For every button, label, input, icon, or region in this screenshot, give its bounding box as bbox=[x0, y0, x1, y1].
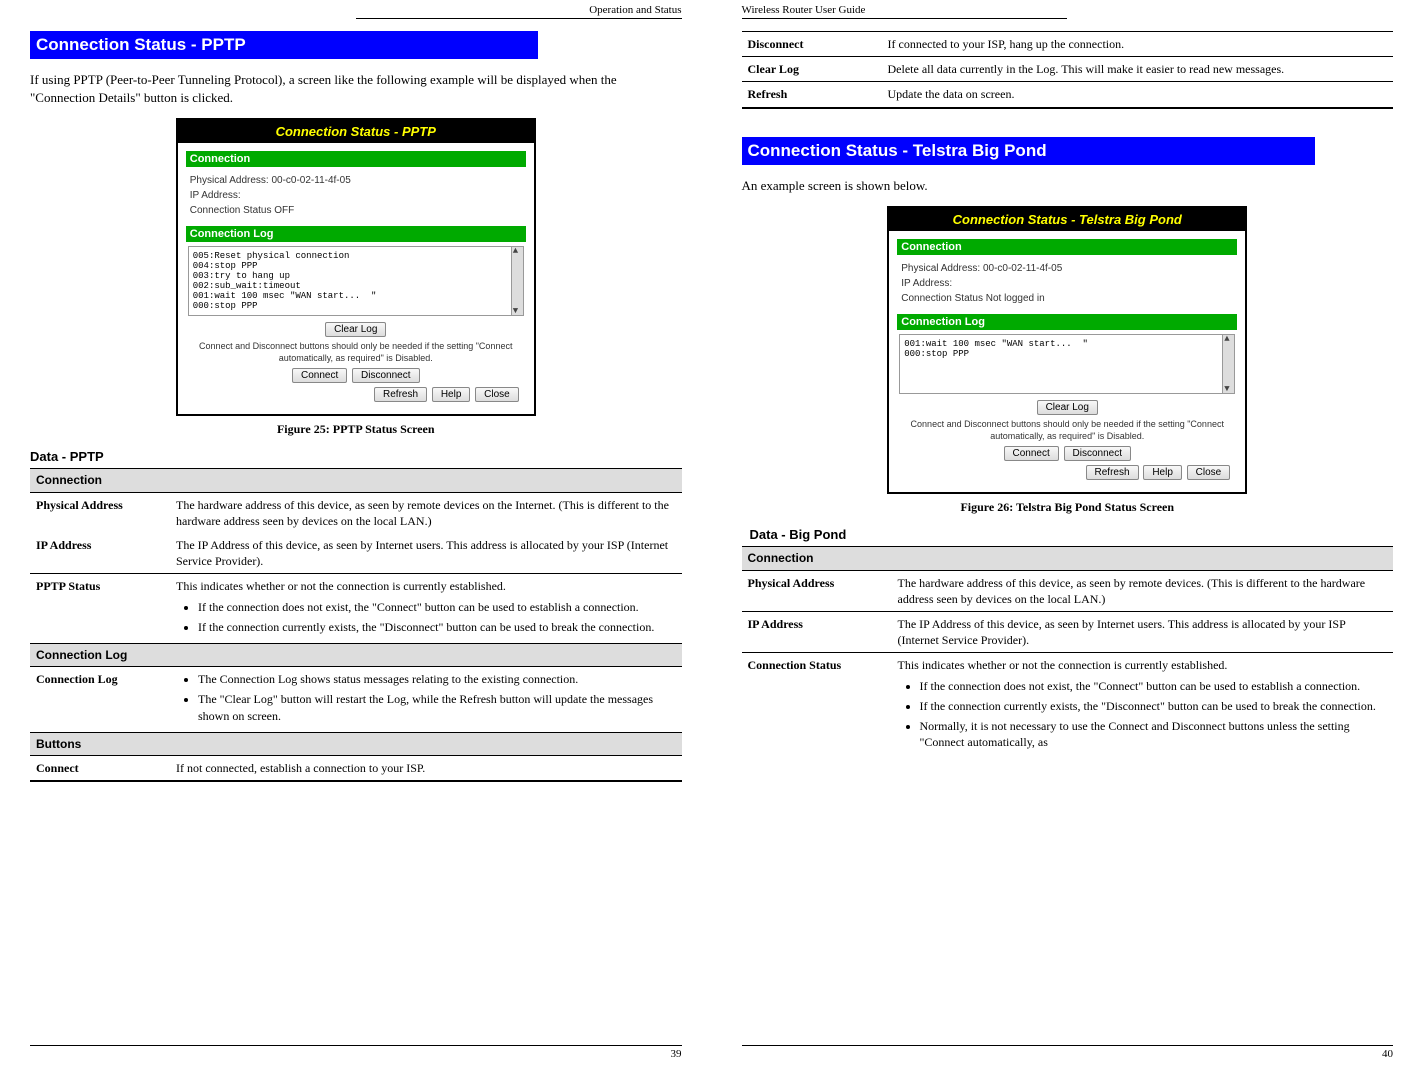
pptp-bullet-1: If the connection does not exist, the "C… bbox=[198, 599, 676, 615]
ss-ip-addr-bp: IP Address: bbox=[901, 276, 1233, 291]
page-header-left: Operation and Status bbox=[356, 4, 682, 19]
disconnect-button-bp[interactable]: Disconnect bbox=[1064, 446, 1131, 461]
pptp-status-intro: This indicates whether or not the connec… bbox=[176, 579, 506, 593]
row-connect-desc: If not connected, establish a connection… bbox=[170, 755, 682, 781]
ss-conn-status-bp: Connection Status Not logged in bbox=[901, 291, 1233, 306]
figure-26-caption: Figure 26: Telstra Big Pond Status Scree… bbox=[742, 500, 1394, 515]
disconnect-button[interactable]: Disconnect bbox=[352, 368, 419, 383]
conn-bullet-1-bp: If the connection does not exist, the "C… bbox=[920, 678, 1388, 694]
conn-bullet-2-bp: If the connection currently exists, the … bbox=[920, 698, 1388, 714]
intro-text-bigpond: An example screen is shown below. bbox=[742, 177, 1394, 195]
conn-log-bullet-2: The "Clear Log" button will restart the … bbox=[198, 691, 676, 723]
ss-log-text-bp: 001:wait 100 msec "WAN start... " 000:st… bbox=[904, 339, 1088, 359]
scrollbar-icon-bp[interactable] bbox=[1222, 335, 1234, 393]
ss-phys-addr: Physical Address: 00-c0-02-11-4f-05 bbox=[190, 173, 522, 188]
ss-note-bp: Connect and Disconnect buttons should on… bbox=[903, 419, 1231, 442]
section-connection-log: Connection Log bbox=[30, 643, 682, 666]
row-connect-label: Connect bbox=[30, 755, 170, 781]
ss-phys-addr-bp: Physical Address: 00-c0-02-11-4f-05 bbox=[901, 261, 1233, 276]
figure-26-wrap: Connection Status - Telstra Big Pond Con… bbox=[742, 206, 1394, 494]
row-ip-address-label: IP Address bbox=[30, 533, 170, 574]
scrollbar-icon[interactable] bbox=[511, 247, 523, 315]
help-button-bp[interactable]: Help bbox=[1143, 465, 1182, 480]
ss-ip-addr: IP Address: bbox=[190, 188, 522, 203]
page-39: Operation and Status Connection Status -… bbox=[0, 0, 712, 1070]
row-disconnect-label: Disconnect bbox=[742, 32, 882, 57]
ss-section-connection-bp: Connection bbox=[897, 239, 1237, 255]
conn-log-bullet-1: The Connection Log shows status messages… bbox=[198, 671, 676, 687]
row-physical-address-label: Physical Address bbox=[30, 492, 170, 533]
help-button[interactable]: Help bbox=[432, 387, 471, 402]
data-pptp-heading: Data - PPTP bbox=[30, 449, 682, 464]
row-refresh-label: Refresh bbox=[742, 82, 882, 108]
data-bigpond-heading: Data - Big Pond bbox=[750, 527, 1394, 542]
row-pptp-status-desc: This indicates whether or not the connec… bbox=[170, 574, 682, 644]
ss-conn-status: Connection Status OFF bbox=[190, 203, 522, 218]
conn-status-intro-bp: This indicates whether or not the connec… bbox=[898, 658, 1228, 672]
section-connection: Connection bbox=[30, 469, 682, 492]
screenshot-bigpond: Connection Status - Telstra Big Pond Con… bbox=[887, 206, 1247, 494]
page-40: Wireless Router User Guide Disconnect If… bbox=[712, 0, 1423, 1070]
screenshot-pptp: Connection Status - PPTP Connection Phys… bbox=[176, 118, 536, 416]
data-pptp-table: Connection Physical Address The hardware… bbox=[30, 468, 682, 782]
row-conn-log-label: Connection Log bbox=[30, 667, 170, 733]
page-header-right: Wireless Router User Guide bbox=[742, 4, 1068, 19]
page-number-39: 39 bbox=[30, 1045, 682, 1060]
conn-bullet-3-bp: Normally, it is not necessary to use the… bbox=[920, 718, 1388, 750]
row-physical-address-desc-bp: The hardware address of this device, as … bbox=[892, 570, 1394, 611]
row-clearlog-label: Clear Log bbox=[742, 57, 882, 82]
ss-note: Connect and Disconnect buttons should on… bbox=[192, 341, 520, 364]
screenshot-title-bp: Connection Status - Telstra Big Pond bbox=[889, 208, 1245, 231]
row-ip-address-desc: The IP Address of this device, as seen b… bbox=[170, 533, 682, 574]
screenshot-title: Connection Status - PPTP bbox=[178, 120, 534, 143]
row-physical-address-label-bp: Physical Address bbox=[742, 570, 892, 611]
row-ip-address-label-bp: IP Address bbox=[742, 612, 892, 653]
intro-text-pptp: If using PPTP (Peer-to-Peer Tunneling Pr… bbox=[30, 71, 682, 106]
row-conn-status-label-bp: Connection Status bbox=[742, 653, 892, 758]
clear-log-button[interactable]: Clear Log bbox=[325, 322, 386, 337]
ss-log-box-bp[interactable]: 001:wait 100 msec "WAN start... " 000:st… bbox=[899, 334, 1235, 394]
close-button[interactable]: Close bbox=[475, 387, 519, 402]
figure-25-caption: Figure 25: PPTP Status Screen bbox=[30, 422, 682, 437]
clear-log-button-bp[interactable]: Clear Log bbox=[1037, 400, 1098, 415]
row-ip-address-desc-bp: The IP Address of this device, as seen b… bbox=[892, 612, 1394, 653]
ss-log-box[interactable]: 005:Reset physical connection 004:stop P… bbox=[188, 246, 524, 316]
ss-section-log-bp: Connection Log bbox=[897, 314, 1237, 330]
section-connection-bp: Connection bbox=[742, 547, 1394, 570]
data-bigpond-table: Connection Physical Address The hardware… bbox=[742, 546, 1394, 758]
figure-25-wrap: Connection Status - PPTP Connection Phys… bbox=[30, 118, 682, 416]
row-conn-log-desc: The Connection Log shows status messages… bbox=[170, 667, 682, 733]
row-pptp-status-label: PPTP Status bbox=[30, 574, 170, 644]
row-conn-status-desc-bp: This indicates whether or not the connec… bbox=[892, 653, 1394, 758]
section-buttons: Buttons bbox=[30, 732, 682, 755]
close-button-bp[interactable]: Close bbox=[1187, 465, 1231, 480]
ss-log-text: 005:Reset physical connection 004:stop P… bbox=[193, 251, 377, 311]
refresh-button-bp[interactable]: Refresh bbox=[1086, 465, 1139, 480]
row-clearlog-desc: Delete all data currently in the Log. Th… bbox=[882, 57, 1394, 82]
row-physical-address-desc: The hardware address of this device, as … bbox=[170, 492, 682, 533]
continued-buttons-table: Disconnect If connected to your ISP, han… bbox=[742, 31, 1394, 109]
ss-connection-info: Physical Address: 00-c0-02-11-4f-05 IP A… bbox=[186, 171, 526, 226]
section-title-bigpond: Connection Status - Telstra Big Pond bbox=[742, 137, 1315, 165]
row-refresh-desc: Update the data on screen. bbox=[882, 82, 1394, 108]
ss-section-log: Connection Log bbox=[186, 226, 526, 242]
section-title-pptp: Connection Status - PPTP bbox=[30, 31, 538, 59]
connect-button-bp[interactable]: Connect bbox=[1004, 446, 1059, 461]
row-disconnect-desc: If connected to your ISP, hang up the co… bbox=[882, 32, 1394, 57]
ss-section-connection: Connection bbox=[186, 151, 526, 167]
ss-connection-info-bp: Physical Address: 00-c0-02-11-4f-05 IP A… bbox=[897, 259, 1237, 314]
connect-button[interactable]: Connect bbox=[292, 368, 347, 383]
refresh-button[interactable]: Refresh bbox=[374, 387, 427, 402]
pptp-bullet-2: If the connection currently exists, the … bbox=[198, 619, 676, 635]
page-number-40: 40 bbox=[742, 1045, 1394, 1060]
